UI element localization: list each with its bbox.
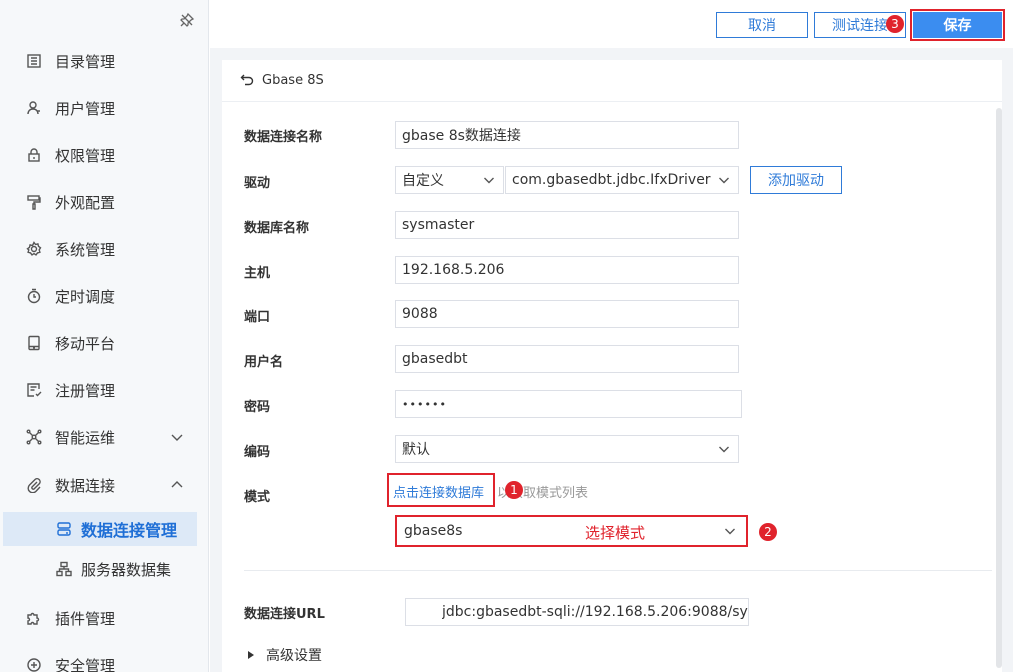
panel-title: Gbase 8S xyxy=(262,73,324,88)
sidebar-item-security[interactable]: 安全管理 xyxy=(0,646,208,672)
sidebar-item-label: 系统管理 xyxy=(55,240,116,259)
sidebar-item-system[interactable]: 系统管理 xyxy=(0,230,208,268)
sidebar-item-ops[interactable]: 智能运维 xyxy=(0,418,208,456)
db-name-label: 数据库名称 xyxy=(244,221,310,236)
chevron-down-icon xyxy=(718,443,730,455)
back-icon[interactable] xyxy=(240,72,262,90)
driver-type-select[interactable]: 自定义 xyxy=(395,166,504,194)
url-value: jdbc:gbasedbt-sqli://192.168.5.206:9088/… xyxy=(442,604,748,620)
driver-type-value: 自定义 xyxy=(402,173,444,189)
sidebar: 目录管理 用户管理 权限管理 外观配置 系统管理 定时调度 移动平台 注册管理 … xyxy=(0,0,209,672)
host-input[interactable]: 192.168.5.206 xyxy=(395,256,739,284)
db-name-input[interactable]: sysmaster xyxy=(395,211,739,239)
toolbar: 取消 测试连接 3 保存 xyxy=(210,0,1013,48)
advanced-settings-toggle[interactable]: 高级设置 xyxy=(248,645,322,665)
sidebar-item-data-connection[interactable]: 数据连接 xyxy=(0,466,208,504)
annotation-frame-connect xyxy=(387,473,495,507)
conn-name-label: 数据连接名称 xyxy=(244,130,323,145)
port-input[interactable]: 9088 xyxy=(395,300,739,328)
cancel-button[interactable]: 取消 xyxy=(716,12,808,38)
user-icon xyxy=(26,100,42,116)
main-area: 取消 测试连接 3 保存 Gbase 8S 数据连接名称 gbase 8s数据连… xyxy=(210,0,1013,672)
sidebar-item-label: 安全管理 xyxy=(55,656,116,672)
sidebar-subitem-label: 服务器数据集 xyxy=(81,560,172,579)
encoding-label: 编码 xyxy=(244,445,271,460)
tablet-icon xyxy=(26,335,42,351)
encoding-value: 默认 xyxy=(402,442,430,458)
sidebar-subitem-label: 数据连接管理 xyxy=(81,521,178,540)
divider xyxy=(244,570,992,571)
conn-name-input[interactable]: gbase 8s数据连接 xyxy=(395,121,739,149)
annotation-badge-2: 2 xyxy=(759,523,777,541)
driver-class-select[interactable]: com.gbasedbt.jdbc.IfxDriver ... xyxy=(505,166,739,194)
annotation-frame-schema xyxy=(395,515,748,547)
advanced-settings-label: 高级设置 xyxy=(266,648,322,664)
gear-icon xyxy=(26,241,42,257)
port-label: 端口 xyxy=(244,310,271,325)
sidebar-item-registration[interactable]: 注册管理 xyxy=(0,371,208,409)
sidebar-item-label: 移动平台 xyxy=(55,334,116,353)
sidebar-item-label: 权限管理 xyxy=(55,146,116,165)
dataset-icon xyxy=(56,561,72,577)
sidebar-subitem-server-dataset[interactable]: 服务器数据集 xyxy=(3,552,197,586)
password-input[interactable]: •••••• xyxy=(395,390,742,418)
sidebar-item-appearance[interactable]: 外观配置 xyxy=(0,183,208,221)
puzzle-icon xyxy=(26,610,42,626)
encoding-select[interactable]: 默认 xyxy=(395,435,739,463)
scrollbar[interactable] xyxy=(996,108,1002,668)
chevron-down-icon[interactable] xyxy=(170,430,184,444)
connection-form-panel: Gbase 8S 数据连接名称 gbase 8s数据连接 驱动 自定义 com.… xyxy=(222,60,1002,672)
username-input[interactable]: gbasedbt xyxy=(395,345,739,373)
timer-icon xyxy=(26,288,42,304)
sidebar-subitem-data-connection-management[interactable]: 数据连接管理 xyxy=(3,512,197,546)
lock-icon xyxy=(26,147,42,163)
sidebar-item-label: 智能运维 xyxy=(55,428,116,447)
password-label: 密码 xyxy=(244,400,271,415)
database-icon xyxy=(56,521,72,537)
add-driver-button[interactable]: 添加驱动 xyxy=(750,166,842,194)
username-label: 用户名 xyxy=(244,355,284,370)
chevron-down-icon xyxy=(718,174,730,186)
sidebar-item-plugins[interactable]: 插件管理 xyxy=(0,599,208,637)
sidebar-item-mobile[interactable]: 移动平台 xyxy=(0,324,208,362)
chevron-down-icon xyxy=(483,174,495,186)
sidebar-item-label: 外观配置 xyxy=(55,193,116,212)
chevron-up-icon[interactable] xyxy=(170,478,184,492)
annotation-frame-save xyxy=(910,9,1005,41)
caret-right-icon xyxy=(248,651,254,659)
driver-label: 驱动 xyxy=(244,176,271,191)
list-icon xyxy=(26,53,42,69)
host-label: 主机 xyxy=(244,266,271,281)
sidebar-item-label: 数据连接 xyxy=(55,476,116,495)
paint-roller-icon xyxy=(26,194,42,210)
network-icon xyxy=(26,429,42,445)
shield-icon xyxy=(26,657,42,672)
sidebar-item-users[interactable]: 用户管理 xyxy=(0,89,208,127)
driver-class-value: com.gbasedbt.jdbc.IfxDriver ... xyxy=(512,172,714,188)
sidebar-item-label: 插件管理 xyxy=(55,609,116,628)
sidebar-item-label: 用户管理 xyxy=(55,99,116,118)
select-mode-annotation: 选择模式 xyxy=(585,524,646,542)
sidebar-item-label: 注册管理 xyxy=(55,381,116,400)
sidebar-item-label: 目录管理 xyxy=(55,52,116,71)
schema-label: 模式 xyxy=(244,490,271,505)
annotation-badge-1: 1 xyxy=(505,481,523,499)
annotation-badge-3: 3 xyxy=(886,15,904,33)
paperclip-icon xyxy=(26,477,42,493)
url-input[interactable]: jdbc:gbasedbt-sqli://192.168.5.206:9088/… xyxy=(405,598,749,626)
sidebar-item-permissions[interactable]: 权限管理 xyxy=(0,136,208,174)
sidebar-item-catalog[interactable]: 目录管理 xyxy=(0,42,208,80)
url-label: 数据连接URL xyxy=(244,607,325,622)
sidebar-item-label: 定时调度 xyxy=(55,287,116,306)
panel-header: Gbase 8S xyxy=(222,60,1002,102)
register-icon xyxy=(26,382,42,398)
pin-icon[interactable] xyxy=(178,12,196,30)
sidebar-item-scheduling[interactable]: 定时调度 xyxy=(0,277,208,315)
